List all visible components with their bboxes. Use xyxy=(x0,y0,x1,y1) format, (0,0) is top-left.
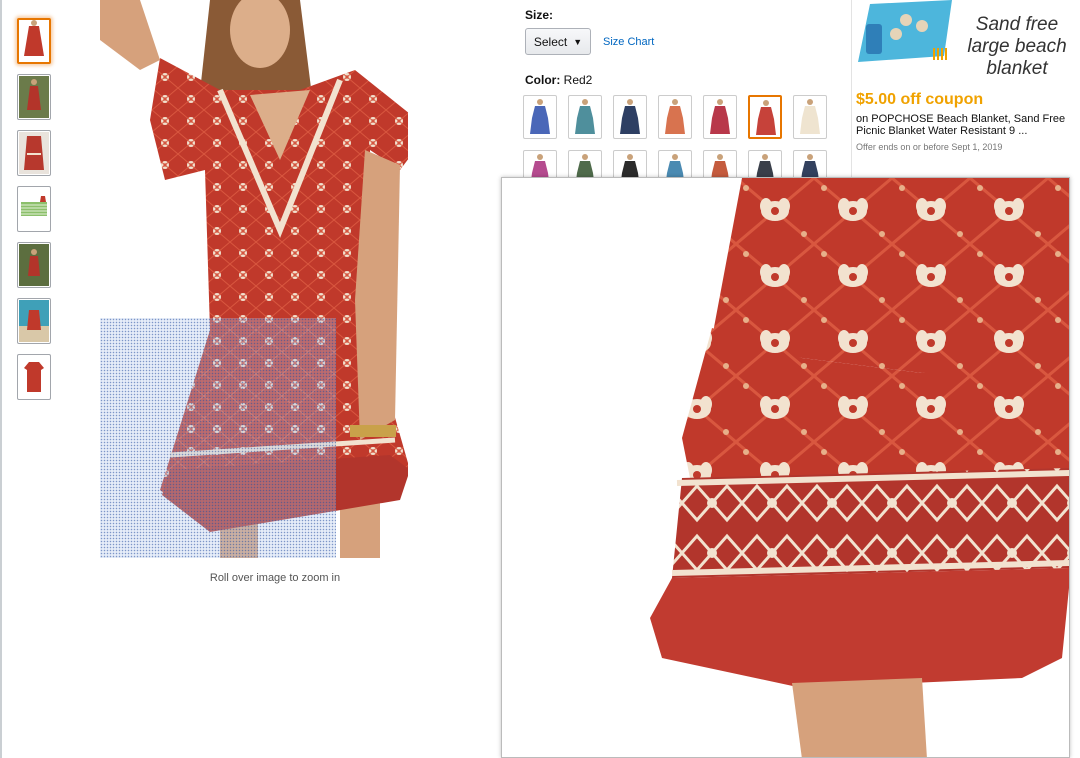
ad-headline-line: large beach xyxy=(967,36,1067,57)
swatch-dress-icon xyxy=(530,99,550,134)
thumbnail-image xyxy=(19,76,49,118)
size-dropdown[interactable]: Select ▼ xyxy=(525,28,591,55)
thumbnail-image xyxy=(19,300,49,342)
beach-blanket-image xyxy=(858,0,952,62)
swatch-dress-icon xyxy=(620,99,640,134)
ad-headline-line: Sand free xyxy=(975,14,1059,35)
window-edge xyxy=(0,0,2,758)
swatch-dress-icon xyxy=(710,99,730,134)
thumbnail-image xyxy=(19,20,49,62)
swatch-dress-icon xyxy=(575,99,595,134)
thumbnail-image xyxy=(19,188,49,230)
thumbnail-red-dress-flat[interactable] xyxy=(17,354,51,400)
zoom-lens[interactable] xyxy=(100,318,336,558)
thumbnail-size-chart[interactable] xyxy=(17,186,51,232)
color-swatch[interactable] xyxy=(703,95,737,139)
thumbnail-red-dress-detail[interactable] xyxy=(17,130,51,176)
swatch-dress-icon xyxy=(800,99,820,134)
thumbnail-image xyxy=(19,356,49,398)
color-swatch[interactable] xyxy=(613,95,647,139)
thumbnail-image xyxy=(19,244,49,286)
product-page: Roll over image to zoom in Size: Select … xyxy=(0,0,1080,758)
swatch-dress-icon xyxy=(756,100,776,135)
swatch-dress-icon xyxy=(665,99,685,134)
color-swatch[interactable] xyxy=(658,95,692,139)
thumbnail-image xyxy=(19,132,49,174)
thumbnail-red-dress-outdoor[interactable] xyxy=(17,74,51,120)
thumbnail-red-dress-beach[interactable] xyxy=(17,298,51,344)
size-dropdown-value: Select xyxy=(533,34,568,49)
size-chart-link[interactable]: Size Chart xyxy=(603,36,654,48)
sponsored-ad[interactable]: Sand free large beach blanket $5.00 off … xyxy=(851,0,1080,178)
size-label: Size: xyxy=(525,8,554,22)
color-value: Red2 xyxy=(563,73,593,87)
ad-coupon[interactable]: $5.00 off coupon xyxy=(856,91,983,109)
color-swatch[interactable] xyxy=(793,95,827,139)
color-swatch[interactable] xyxy=(748,95,782,139)
ad-fine-print: Offer ends on or before Sept 1, 2019 xyxy=(856,142,1003,152)
zoomed-dress-image xyxy=(502,178,1069,757)
ad-headline-line: blanket xyxy=(986,58,1048,79)
ad-description[interactable]: on POPCHOSE Beach Blanket, Sand Free Pic… xyxy=(856,113,1071,137)
thumbnail-red-dress-garden[interactable] xyxy=(17,242,51,288)
thumbnail-strip xyxy=(17,18,55,410)
thumbnail-red-dress-front[interactable] xyxy=(17,18,51,64)
color-line: Color: Red2 xyxy=(525,73,592,87)
color-swatch[interactable] xyxy=(523,95,557,139)
rollover-hint: Roll over image to zoom in xyxy=(209,572,341,584)
chevron-down-icon: ▼ xyxy=(573,36,583,47)
color-label: Color: xyxy=(525,73,561,87)
color-swatch[interactable] xyxy=(568,95,602,139)
ad-headline: Sand free large beach blanket xyxy=(956,14,1078,80)
zoom-pane xyxy=(501,177,1070,758)
